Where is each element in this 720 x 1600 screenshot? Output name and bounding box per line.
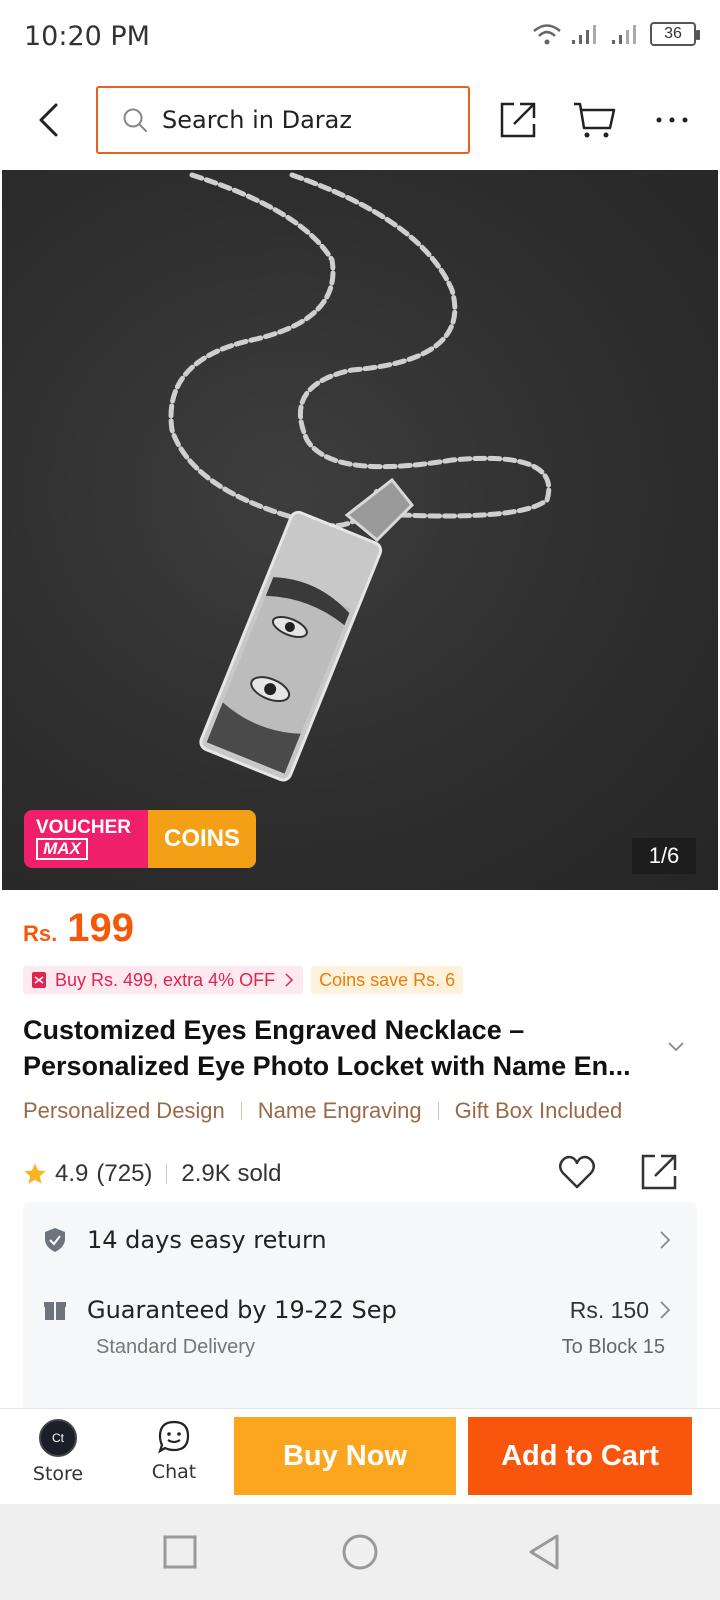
divider	[437, 1102, 439, 1120]
product-title-line-2: Personalized Eye Photo Locket with Name …	[23, 1051, 631, 1081]
rating-row: 4.9 (725) 2.9K sold	[23, 1152, 697, 1196]
price: Rs. 199	[23, 906, 134, 951]
product-title-line-1: Customized Eyes Engraved Necklace –	[23, 1015, 525, 1045]
return-policy-row[interactable]: 14 days easy return	[23, 1226, 697, 1254]
divider	[240, 1102, 242, 1120]
gift-box-icon	[44, 1302, 66, 1320]
sold-count: 2.9K sold	[181, 1160, 282, 1187]
service-card: 14 days easy return Guaranteed by 19-22 …	[23, 1202, 697, 1412]
star-icon	[24, 1163, 46, 1184]
chevron-right-icon	[660, 1231, 671, 1249]
coins-promo-tag[interactable]: Coins save Rs. 6	[311, 966, 464, 994]
battery-level: 36	[664, 25, 682, 42]
feature-tag: Personalized Design	[23, 1098, 225, 1123]
chat-button[interactable]: Chat	[138, 1419, 210, 1495]
voucher-max-text: MAX	[36, 838, 88, 860]
chevron-right-icon	[660, 1301, 671, 1319]
more-dots-icon	[656, 117, 688, 123]
wishlist-button[interactable]	[557, 1152, 597, 1199]
chevron-down-icon[interactable]	[666, 1040, 686, 1054]
product-image[interactable]: VOUCHER MAX COINS 1/6	[2, 170, 718, 890]
voucher-icon	[32, 972, 46, 988]
status-time: 10:20 PM	[24, 20, 150, 52]
more-button[interactable]	[648, 96, 696, 144]
rating-score[interactable]: 4.9	[55, 1160, 88, 1188]
action-bar: Ct Store Chat Buy Now Add to Cart	[0, 1408, 720, 1504]
top-nav: Search in Daraz	[0, 82, 720, 158]
status-icons: 36	[532, 22, 700, 46]
delivery-price: Rs. 150	[569, 1296, 649, 1323]
feature-tag: Gift Box Included	[454, 1098, 623, 1123]
divider	[166, 1164, 168, 1184]
delivery-type: Standard Delivery	[96, 1336, 255, 1358]
chat-label: Chat	[151, 1461, 197, 1483]
system-nav-bar	[0, 1504, 720, 1600]
buy-now-button[interactable]: Buy Now	[234, 1417, 456, 1495]
voucher-text: VOUCHER	[36, 817, 132, 838]
store-button[interactable]: Ct Store	[22, 1419, 94, 1495]
voucher-max-label: VOUCHER MAX	[24, 810, 148, 868]
system-back-button[interactable]	[520, 1528, 568, 1576]
triangle-back-icon	[529, 1534, 559, 1570]
store-label: Store	[32, 1463, 84, 1485]
cart-button[interactable]	[570, 96, 618, 144]
delivery-subrow: Standard Delivery To Block 15	[23, 1336, 697, 1359]
square-icon	[163, 1535, 197, 1569]
price-currency: Rs.	[23, 921, 58, 946]
delivery-location: To Block 15	[561, 1336, 665, 1358]
search-placeholder: Search in Daraz	[162, 106, 352, 134]
image-counter: 1/6	[632, 838, 696, 874]
chevron-left-icon	[39, 103, 58, 137]
share-icon	[500, 102, 536, 138]
heart-icon	[559, 1155, 595, 1189]
search-input[interactable]: Search in Daraz	[96, 86, 470, 154]
back-button[interactable]	[26, 98, 70, 142]
voucher-max-badge[interactable]: VOUCHER MAX COINS	[24, 810, 256, 868]
promo-row: Buy Rs. 499, extra 4% OFF Coins save Rs.…	[23, 966, 464, 994]
feature-tags: Personalized Design Name Engraving Gift …	[23, 1098, 622, 1124]
price-value: 199	[67, 906, 134, 950]
store-avatar: Ct	[39, 1419, 77, 1457]
signal-icon-2	[612, 25, 636, 44]
cart-icon	[574, 102, 616, 138]
circle-icon	[342, 1534, 378, 1570]
shield-check-icon	[45, 1228, 65, 1252]
recents-button[interactable]	[156, 1528, 204, 1576]
voucher-promo-tag[interactable]: Buy Rs. 499, extra 4% OFF	[23, 966, 304, 994]
home-button[interactable]	[336, 1528, 384, 1576]
signal-icon	[572, 25, 596, 44]
product-title[interactable]: Customized Eyes Engraved Necklace – Pers…	[23, 1012, 663, 1084]
share-button[interactable]	[494, 96, 542, 144]
coins-label: COINS	[148, 810, 256, 868]
chat-icon	[158, 1420, 190, 1454]
feature-tag: Name Engraving	[257, 1098, 422, 1123]
chevron-right-icon	[285, 973, 294, 987]
delivery-row[interactable]: Guaranteed by 19-22 Sep Rs. 150	[23, 1296, 697, 1324]
add-to-cart-button[interactable]: Add to Cart	[468, 1417, 692, 1495]
return-policy-text: 14 days easy return	[87, 1226, 327, 1254]
necklace-photo	[168, 172, 552, 782]
share-button-secondary[interactable]	[639, 1152, 679, 1199]
voucher-promo-text: Buy Rs. 499, extra 4% OFF	[55, 969, 276, 990]
wifi-icon	[533, 24, 561, 45]
status-bar: 10:20 PM 36	[0, 0, 720, 72]
battery-icon: 36	[650, 22, 700, 46]
share-icon	[641, 1154, 677, 1190]
search-icon	[123, 108, 147, 132]
rating-count[interactable]: (725)	[96, 1160, 152, 1188]
delivery-date: Guaranteed by 19-22 Sep	[87, 1296, 397, 1324]
